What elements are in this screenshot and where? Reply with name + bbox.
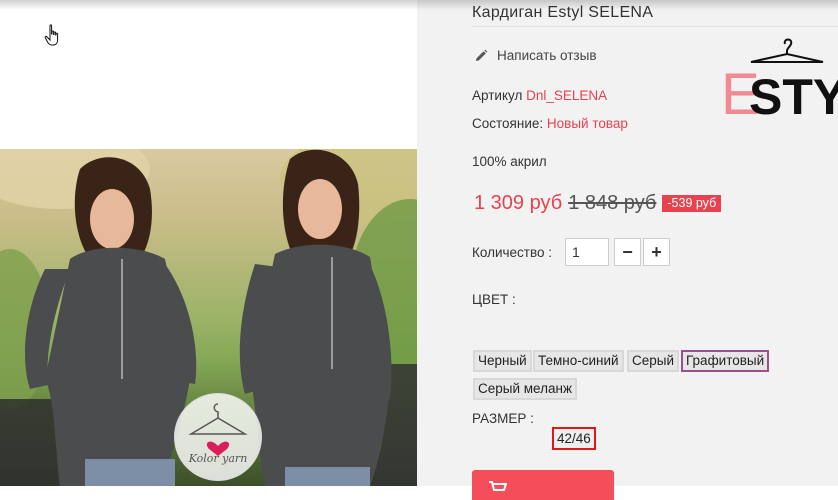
color-option-dark-blue[interactable]: Темно-синий xyxy=(533,350,624,372)
write-review-link[interactable]: Написать отзыв xyxy=(474,48,597,63)
hanger-heart-icon xyxy=(188,403,248,456)
brand-logo[interactable]: E STYL xyxy=(721,36,838,127)
color-option-black[interactable]: Черный xyxy=(473,350,532,372)
article-row: Артикул Dnl_SELENA xyxy=(472,88,607,103)
hand-cursor-icon xyxy=(44,24,59,46)
current-price: 1 309 руб xyxy=(474,192,563,214)
condition-label: Состояние: xyxy=(472,116,544,131)
color-option-graphite[interactable]: Графитовый xyxy=(681,350,770,372)
size-option-42-46[interactable]: 42/46 xyxy=(552,427,596,450)
price-block: 1 309 руб 1 848 руб -539 руб xyxy=(474,192,722,215)
watermark-text: Kolor yarn xyxy=(188,452,248,465)
old-price: 1 848 руб xyxy=(568,192,657,214)
color-label: ЦВЕТ : xyxy=(472,292,516,307)
article-value: Dnl_SELENA xyxy=(526,88,608,103)
top-shadow xyxy=(0,0,838,10)
quantity-decrease-button[interactable]: − xyxy=(614,238,641,266)
condition-row: Состояние: Новый товар xyxy=(472,116,628,131)
estyl-logo-graphic: E STYL xyxy=(721,38,838,127)
composition-text: 100% акрил xyxy=(472,154,547,169)
quantity-label: Количество : xyxy=(472,245,552,260)
size-label: РАЗМЕР : xyxy=(472,411,534,426)
article-label: Артикул xyxy=(472,88,523,103)
pencil-icon xyxy=(476,49,488,61)
title-divider xyxy=(472,26,838,27)
cart-icon xyxy=(489,481,507,491)
watermark-logo: Kolor yarn xyxy=(174,393,262,481)
quantity-input[interactable] xyxy=(565,238,609,266)
condition-value: Новый товар xyxy=(546,116,628,131)
write-review-label: Написать отзыв xyxy=(497,48,597,63)
color-option-grey-melange[interactable]: Серый меланж xyxy=(473,378,577,400)
color-option-grey[interactable]: Серый xyxy=(627,350,680,372)
add-to-cart-button[interactable] xyxy=(472,470,614,500)
quantity-increase-button[interactable]: + xyxy=(643,238,670,266)
discount-badge: -539 руб xyxy=(662,195,722,212)
brand-logo-text: STYL xyxy=(749,69,838,120)
